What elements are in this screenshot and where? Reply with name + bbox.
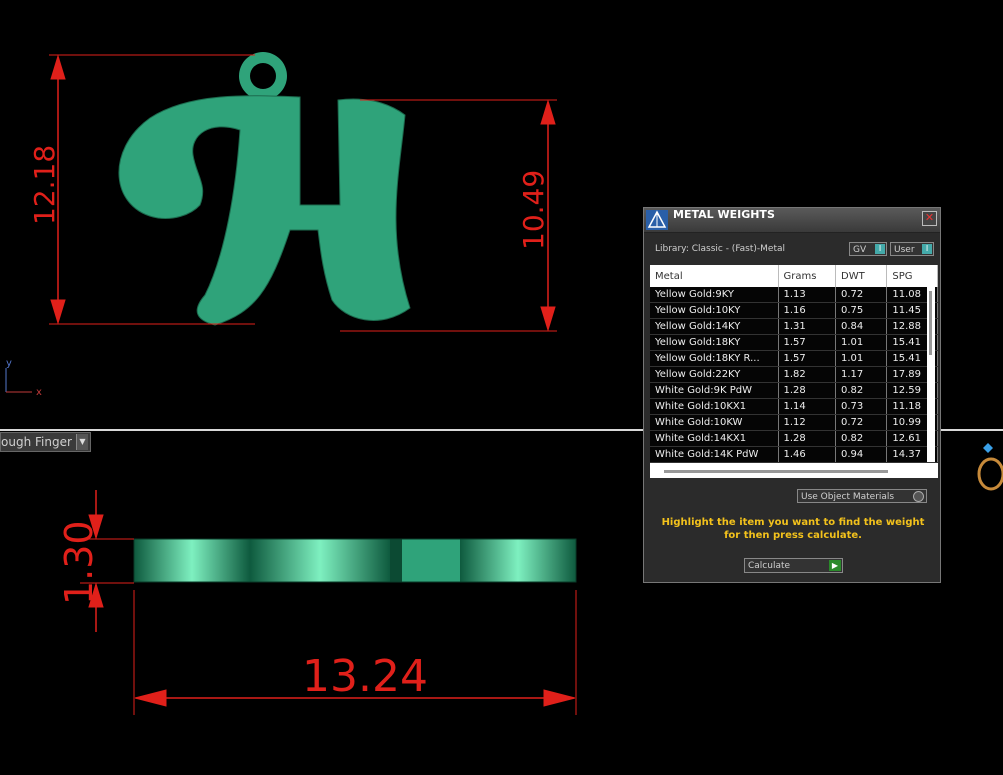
use-object-materials-label: Use Object Materials [801,492,895,502]
scrollbar-thumb[interactable] [929,291,932,355]
cell-grams: 1.82 [778,366,837,383]
table-header-row: Metal Grams DWT SPG [650,265,938,287]
user-toggle-label: User [894,245,915,255]
table-row[interactable]: White Gold:14KX1 1.28 0.82 12.61 [650,430,938,447]
axis-y-label: y [6,358,12,369]
gv-toggle[interactable]: GV I [849,242,887,256]
dimension-height-right-label: 10.49 [517,170,550,250]
cell-dwt: 0.72 [835,414,888,431]
metal-weights-panel: METAL WEIGHTS ✕ Library: Classic - (Fast… [643,207,941,583]
cell-dwt: 1.01 [835,350,888,367]
user-toggle[interactable]: User I [890,242,934,256]
panel-title: METAL WEIGHTS [673,208,775,221]
table-row[interactable]: Yellow Gold:10KY 1.16 0.75 11.45 [650,302,938,319]
table-row[interactable]: Yellow Gold:22KY 1.82 1.17 17.89 [650,366,938,383]
column-header-spg[interactable]: SPG [886,265,938,287]
cell-dwt: 1.01 [835,334,888,351]
cell-grams: 1.57 [778,334,837,351]
cell-grams: 1.13 [778,287,837,303]
cell-metal: White Gold:10KW [650,414,779,431]
axis-gizmo [5,368,32,393]
viewport-label-text: ough Finger [1,435,72,449]
metal-weights-table: Metal Grams DWT SPG Yellow Gold:9KY 1.13 0… [650,265,938,463]
instruction-line-2: for then press calculate. [724,530,862,541]
table-row[interactable]: White Gold:14K PdW 1.46 0.94 14.37 [650,446,938,463]
calculate-button-label: Calculate [748,561,791,571]
library-label: Library: Classic - (Fast)-Metal [655,244,786,254]
table-row[interactable]: Yellow Gold:9KY 1.13 0.72 11.08 [650,287,938,303]
cell-metal: Yellow Gold:18KY [650,334,779,351]
pendant-top-view[interactable] [118,52,411,326]
cell-metal: Yellow Gold:18KY R... [650,350,779,367]
app-logo-icon [646,210,668,230]
table-row[interactable]: Yellow Gold:18KY R... 1.57 1.01 15.41 [650,350,938,367]
gv-toggle-label: GV [853,245,867,255]
letter-h-shape [118,95,411,326]
close-icon[interactable]: ✕ [922,211,937,226]
column-header-grams[interactable]: Grams [778,265,837,287]
cell-dwt: 0.94 [835,446,888,463]
radio-icon[interactable] [913,491,924,502]
instruction-text: Highlight the item you want to find the … [658,516,928,542]
play-arrow-icon: ▶ [829,560,841,571]
cell-grams: 1.46 [778,446,837,463]
cell-metal: White Gold:14KX1 [650,430,779,447]
cell-dwt: 0.84 [835,318,888,335]
table-row[interactable]: White Gold:9K PdW 1.28 0.82 12.59 [650,382,938,399]
cell-metal: Yellow Gold:10KY [650,302,779,319]
pendant-side-view[interactable] [133,538,577,583]
cell-dwt: 0.72 [835,287,888,303]
cell-grams: 1.57 [778,350,837,367]
table-row[interactable]: White Gold:10KX1 1.14 0.73 11.18 [650,398,938,415]
cell-metal: Yellow Gold:9KY [650,287,779,303]
calculate-button[interactable]: Calculate ▶ [744,558,843,573]
cell-dwt: 0.82 [835,382,888,399]
toggle-switch-icon: I [922,244,932,254]
table-row[interactable]: White Gold:10KW 1.12 0.72 10.99 [650,414,938,431]
panel-titlebar[interactable]: METAL WEIGHTS ✕ [644,208,940,233]
viewport-label[interactable]: ough Finger ▼ [0,432,91,452]
dimension-thickness-label: 1.30 [57,520,101,605]
metal-table-container[interactable]: Metal Grams DWT SPG Yellow Gold:9KY 1.13 0… [650,265,938,478]
cell-metal: White Gold:14K PdW [650,446,779,463]
cell-grams: 1.14 [778,398,837,415]
cell-metal: White Gold:9K PdW [650,382,779,399]
table-row[interactable]: Yellow Gold:18KY 1.57 1.01 15.41 [650,334,938,351]
column-header-dwt[interactable]: DWT [835,265,888,287]
dimension-height-left-label: 12.18 [28,145,61,225]
use-object-materials-option[interactable]: Use Object Materials [797,489,927,503]
cell-metal: White Gold:10KX1 [650,398,779,415]
cell-grams: 1.31 [778,318,837,335]
vertical-scrollbar[interactable] [927,287,935,462]
horizontal-scrollbar[interactable] [664,470,888,473]
cell-dwt: 0.73 [835,398,888,415]
chevron-down-icon[interactable]: ▼ [75,434,88,450]
cell-dwt: 1.17 [835,366,888,383]
cell-dwt: 0.75 [835,302,888,319]
table-row[interactable]: Yellow Gold:14KY 1.31 0.84 12.88 [650,318,938,335]
pendant-bail-hole [250,63,276,89]
cell-grams: 1.28 [778,430,837,447]
cell-grams: 1.28 [778,382,837,399]
column-header-metal[interactable]: Metal [650,265,779,287]
toggle-switch-icon: I [875,244,885,254]
dimension-width-label: 13.24 [302,651,428,702]
cell-grams: 1.12 [778,414,837,431]
cell-grams: 1.16 [778,302,837,319]
cell-metal: Yellow Gold:22KY [650,366,779,383]
instruction-line-1: Highlight the item you want to find the … [661,517,925,528]
ring-icon[interactable] [973,441,1003,491]
cell-dwt: 0.82 [835,430,888,447]
axis-x-label: x [36,387,42,398]
cell-metal: Yellow Gold:14KY [650,318,779,335]
